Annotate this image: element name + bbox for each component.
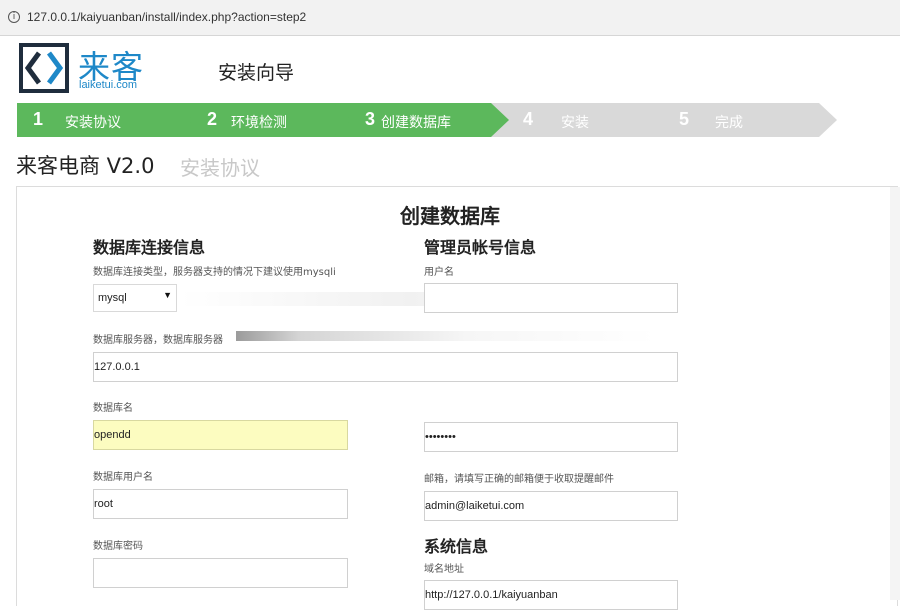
domain-label: 域名地址 bbox=[424, 564, 464, 575]
product-subtitle: 安装协议 bbox=[180, 156, 260, 180]
db-user-value: root bbox=[94, 498, 113, 510]
step-5-number: 5 bbox=[679, 109, 690, 129]
admin-email-input[interactable]: admin@laiketui.com bbox=[424, 491, 678, 521]
db-type-select[interactable]: mysql ▼ bbox=[93, 284, 177, 312]
step-1: 1 安装协议 bbox=[17, 103, 195, 137]
db-server-label: 数据库服务器，数据库服务器 bbox=[93, 335, 223, 346]
admin-section-heading: 管理员帐号信息 bbox=[424, 238, 537, 257]
url-text[interactable]: 127.0.0.1/kaiyuanban/install/index.php?a… bbox=[27, 10, 306, 24]
wizard-title: 安装向导 bbox=[218, 62, 295, 84]
step-4: 4 安装 bbox=[491, 103, 669, 137]
admin-username-input[interactable] bbox=[424, 283, 678, 313]
db-type-label: 数据库连接类型，服务器支持的情况下建议使用mysqli bbox=[93, 267, 336, 278]
scrollbar[interactable] bbox=[890, 187, 900, 600]
db-name-label: 数据库名 bbox=[93, 403, 133, 414]
domain-input[interactable]: http://127.0.0.1/kaiyuanban bbox=[424, 580, 678, 610]
system-section-heading: 系统信息 bbox=[424, 537, 489, 556]
blurred-text bbox=[236, 331, 656, 341]
admin-password-input[interactable]: •••••••• bbox=[424, 422, 678, 452]
admin-email-value: admin@laiketui.com bbox=[425, 500, 525, 512]
step-4-number: 4 bbox=[523, 109, 534, 129]
step-progress: 1 安装协议 2 环境检测 3 创建数据库 4 安装 5 完成 bbox=[17, 103, 837, 137]
db-user-input[interactable]: root bbox=[93, 489, 348, 519]
db-user-label: 数据库用户名 bbox=[93, 472, 153, 483]
site-info-icon[interactable]: i bbox=[8, 11, 20, 23]
db-name-input[interactable]: opendd bbox=[93, 420, 348, 450]
step-1-label: 安装协议 bbox=[65, 115, 121, 131]
form-title: 创建数据库 bbox=[400, 204, 500, 228]
step-2-number: 2 bbox=[207, 109, 218, 129]
step-5-arrow bbox=[649, 103, 837, 137]
db-type-value: mysql bbox=[98, 292, 127, 304]
domain-value: http://127.0.0.1/kaiyuanban bbox=[425, 589, 558, 601]
step-2: 2 环境检测 bbox=[175, 103, 353, 137]
product-name: 来客电商 V2.0 bbox=[16, 154, 155, 178]
chevron-down-icon: ▼ bbox=[163, 290, 172, 300]
db-section-heading: 数据库连接信息 bbox=[93, 238, 206, 257]
admin-username-label: 用户名 bbox=[424, 267, 454, 278]
step-1-number: 1 bbox=[33, 109, 44, 129]
step-3: 3 创建数据库 bbox=[333, 103, 511, 137]
db-server-value: 127.0.0.1 bbox=[94, 361, 140, 373]
admin-email-label: 邮箱，请填写正确的邮箱便于收取提醒邮件 bbox=[424, 474, 614, 485]
address-bar[interactable]: i 127.0.0.1/kaiyuanban/install/index.php… bbox=[0, 0, 900, 36]
logo-domain: laiketui.com bbox=[79, 79, 138, 91]
logo-icon bbox=[19, 43, 69, 93]
db-password-label: 数据库密码 bbox=[93, 541, 143, 552]
step-3-number: 3 bbox=[365, 109, 376, 129]
db-name-value: opendd bbox=[94, 429, 131, 441]
step-5-label: 完成 bbox=[715, 115, 743, 131]
step-5: 5 完成 bbox=[649, 103, 837, 137]
db-password-input[interactable] bbox=[93, 558, 348, 588]
db-server-input[interactable]: 127.0.0.1 bbox=[93, 352, 678, 382]
step-4-label: 安装 bbox=[561, 115, 589, 131]
step-2-label: 环境检测 bbox=[231, 115, 287, 131]
admin-password-value: •••••••• bbox=[425, 431, 456, 443]
step-3-label: 创建数据库 bbox=[381, 115, 451, 131]
